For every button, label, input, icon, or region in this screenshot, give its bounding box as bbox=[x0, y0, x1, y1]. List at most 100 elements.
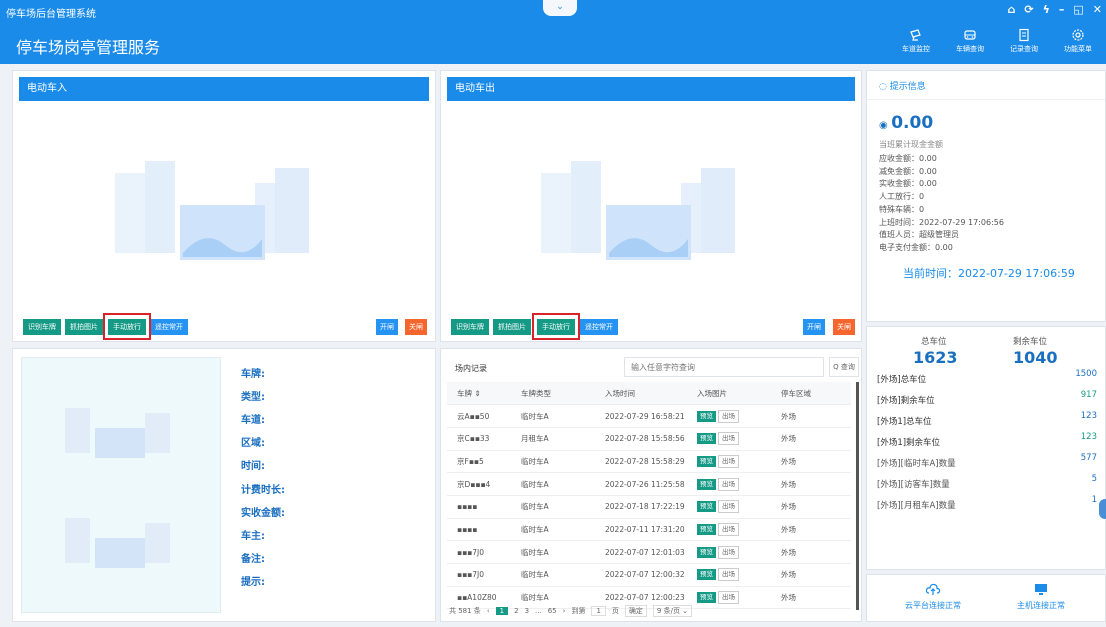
manual-release-highlight bbox=[103, 313, 151, 340]
capture-image-button[interactable]: 抓拍图片 bbox=[493, 319, 531, 335]
recognize-plate-button[interactable]: 识别车牌 bbox=[23, 319, 61, 335]
info-line: 值班人员：超级管理员 bbox=[879, 230, 959, 240]
recognize-plate-button[interactable]: 识别车牌 bbox=[451, 319, 489, 335]
exit-button[interactable]: 出场 bbox=[718, 545, 739, 559]
stat-value: 917 bbox=[1080, 390, 1097, 400]
exit-button[interactable]: 出场 bbox=[718, 500, 739, 514]
manual-release-highlight bbox=[532, 313, 580, 340]
page-button[interactable]: 2 bbox=[514, 607, 518, 615]
column-header: 车牌类型 bbox=[511, 382, 595, 406]
column-header[interactable]: 车牌 ⇕ bbox=[447, 382, 511, 406]
info-bell-icon: ◌ bbox=[879, 82, 890, 92]
host-status: 主机连接正常 bbox=[1001, 581, 1081, 611]
remaining-spaces-value: 1040 bbox=[1013, 348, 1058, 367]
record-query-button[interactable]: 记录查询 bbox=[1004, 28, 1044, 54]
field-paid-amount: 实收金额: bbox=[241, 508, 285, 519]
preview-button[interactable]: 预览 bbox=[697, 478, 716, 490]
records-title: 场内记录 bbox=[455, 364, 487, 373]
lane-monitor-button[interactable]: 车道监控 bbox=[896, 28, 936, 54]
function-menu-button[interactable]: 功能菜单 bbox=[1058, 28, 1098, 54]
minimize-button[interactable]: – bbox=[1059, 3, 1065, 16]
table-scrollbar[interactable] bbox=[856, 382, 859, 610]
confirm-button[interactable]: 确定 bbox=[624, 605, 647, 617]
table-row[interactable]: 云A▪▪50 临时车A 2022-07-29 16:58:21 预览 出场 外场 bbox=[447, 404, 851, 428]
entry-image-cell: 预览 出场 bbox=[687, 450, 771, 474]
remote-open-button[interactable]: 遥控常开 bbox=[150, 319, 188, 335]
stat-value: 1 bbox=[1091, 495, 1097, 505]
entry-time-cell: 2022-07-28 15:58:29 bbox=[595, 450, 687, 474]
list-item: [外场1]总车位 123 bbox=[877, 411, 1097, 431]
preview-button[interactable]: 预览 bbox=[697, 455, 716, 467]
tool-label: 功能菜单 bbox=[1064, 45, 1092, 53]
info-line: 人工放行：0 bbox=[879, 192, 925, 202]
plate-cell: 京C▪▪33 bbox=[447, 427, 511, 451]
preview-button[interactable]: 预览 bbox=[697, 569, 716, 581]
exit-button[interactable]: 出场 bbox=[718, 568, 739, 582]
page-button[interactable]: 65 bbox=[548, 607, 557, 615]
entry-camera-title: 电动车入 bbox=[19, 77, 429, 101]
page-unit-label: 页 bbox=[611, 607, 619, 615]
table-row[interactable]: 京C▪▪33 月租车A 2022-07-28 15:58:56 预览 出场 外场 bbox=[447, 427, 851, 451]
pagination: 共 581 条 ‹ 1 2 3 ... 65 › 到第 1 页 确定 9 条/页… bbox=[449, 605, 693, 617]
field-plate: 车牌: bbox=[241, 369, 265, 380]
open-gate-button[interactable]: 开闸 bbox=[376, 319, 398, 335]
preview-button[interactable]: 预览 bbox=[697, 523, 716, 535]
exit-button[interactable]: 出场 bbox=[718, 591, 739, 605]
entry-time-cell: 2022-07-18 17:22:19 bbox=[595, 495, 687, 519]
search-button[interactable]: Q 查询 bbox=[829, 357, 859, 377]
money-icon: ◉ bbox=[879, 120, 892, 131]
vehicle-query-button[interactable]: 车辆查询 bbox=[950, 28, 990, 54]
tool-label: 记录查询 bbox=[1010, 45, 1038, 53]
exit-button[interactable]: 出场 bbox=[718, 432, 739, 446]
vehicle-image-placeholder bbox=[65, 408, 170, 568]
parking-area-cell: 外场 bbox=[771, 540, 851, 564]
page-size-select[interactable]: 9 条/页 ⌄ bbox=[652, 605, 693, 617]
stat-value: 577 bbox=[1080, 453, 1097, 463]
exit-button[interactable]: 出场 bbox=[718, 477, 739, 491]
close-gate-button[interactable]: 关闸 bbox=[405, 319, 427, 335]
table-row[interactable]: 京F▪▪5 临时车A 2022-07-28 15:58:29 预览 出场 外场 bbox=[447, 450, 851, 474]
preview-button[interactable]: 预览 bbox=[697, 433, 716, 445]
home-icon[interactable]: ⌂ bbox=[1008, 3, 1016, 16]
exit-button[interactable]: 出场 bbox=[718, 454, 739, 468]
preview-button[interactable]: 预览 bbox=[697, 546, 716, 558]
page-ellipsis: ... bbox=[535, 607, 542, 615]
refresh-icon[interactable]: ⟳ bbox=[1024, 3, 1033, 16]
parking-area-cell: 外场 bbox=[771, 563, 851, 587]
plate-type-cell: 临时车A bbox=[511, 518, 595, 542]
exit-button[interactable]: 出场 bbox=[718, 409, 739, 423]
table-row[interactable]: ▪▪▪7J0 临时车A 2022-07-07 12:01:03 预览 出场 外场 bbox=[447, 540, 851, 564]
entry-image-cell: 预览 出场 bbox=[687, 586, 771, 610]
cash-amount-caption: 当班累计现金金额 bbox=[879, 140, 943, 149]
list-item: [外场]剩余车位 917 bbox=[877, 390, 1097, 410]
tool-label: 车辆查询 bbox=[956, 45, 984, 53]
preview-button[interactable]: 预览 bbox=[697, 592, 716, 604]
prev-page-button[interactable]: ‹ bbox=[487, 607, 490, 615]
preview-button[interactable]: 预览 bbox=[697, 501, 716, 513]
page-button[interactable]: 3 bbox=[525, 607, 529, 615]
collapse-toggle-button[interactable]: ⌄ bbox=[543, 0, 577, 16]
scroll-handle[interactable] bbox=[1099, 499, 1106, 519]
table-row[interactable]: 京D▪▪▪4 临时车A 2022-07-26 11:25:58 预览 出场 外场 bbox=[447, 472, 851, 496]
list-item: [外场][临时车A]数量 577 bbox=[877, 453, 1097, 473]
plate-type-cell: 月租车A bbox=[511, 427, 595, 451]
remote-open-button[interactable]: 遥控常开 bbox=[580, 319, 618, 335]
next-page-button[interactable]: › bbox=[563, 607, 566, 615]
open-gate-button[interactable]: 开闸 bbox=[803, 319, 825, 335]
capture-image-button[interactable]: 抓拍图片 bbox=[65, 319, 103, 335]
close-button[interactable]: ✕ bbox=[1093, 3, 1102, 16]
maximize-button[interactable]: ◱ bbox=[1073, 3, 1083, 16]
close-gate-button[interactable]: 关闸 bbox=[833, 319, 855, 335]
goto-page-input[interactable]: 1 bbox=[591, 606, 606, 616]
table-row[interactable]: ▪▪▪▪ 临时车A 2022-07-18 17:22:19 预览 出场 外场 bbox=[447, 495, 851, 519]
page-button[interactable]: 1 bbox=[495, 607, 509, 615]
preview-button[interactable]: 预览 bbox=[697, 410, 716, 422]
records-search-input[interactable] bbox=[624, 357, 824, 377]
table-row[interactable]: ▪▪▪▪ 临时车A 2022-07-11 17:31:20 预览 出场 外场 bbox=[447, 518, 851, 542]
parking-area-cell: 外场 bbox=[771, 518, 851, 542]
flash-icon[interactable]: ϟ bbox=[1043, 3, 1050, 16]
plate-type-cell: 临时车A bbox=[511, 495, 595, 519]
parking-area-cell: 外场 bbox=[771, 427, 851, 451]
exit-button[interactable]: 出场 bbox=[718, 522, 739, 536]
table-row[interactable]: ▪▪▪7J0 临时车A 2022-07-07 12:00:32 预览 出场 外场 bbox=[447, 563, 851, 587]
